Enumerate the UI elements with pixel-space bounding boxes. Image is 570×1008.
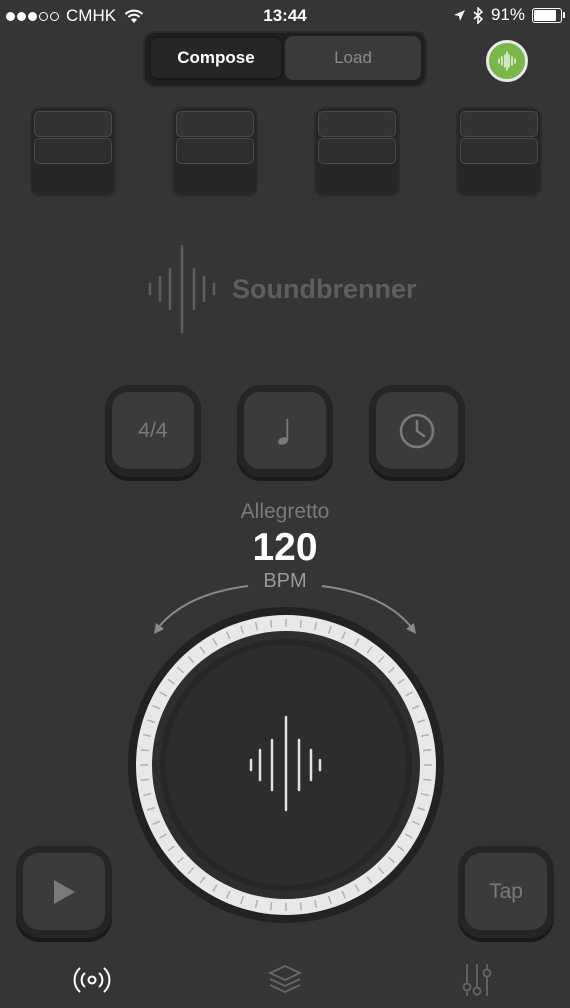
sound-block-4[interactable]: [458, 109, 540, 195]
sound-block-3[interactable]: [316, 109, 398, 195]
layers-icon: [267, 965, 303, 993]
dial-tick: [140, 748, 149, 752]
tap-label: Tap: [489, 879, 523, 903]
dial-tick: [423, 778, 432, 782]
device-button[interactable]: [486, 40, 528, 82]
timer-button[interactable]: [369, 385, 465, 481]
mode-switch: Compose Load: [143, 31, 427, 87]
block-row: [460, 111, 538, 137]
block-row: [34, 111, 112, 137]
dial-tick: [269, 619, 273, 628]
compose-tab[interactable]: Compose: [149, 36, 283, 80]
dial-tick: [299, 902, 303, 911]
tempo-name: Allegretto: [240, 500, 330, 523]
load-tab[interactable]: Load: [285, 36, 421, 80]
brand-name: Soundbrenner: [232, 273, 417, 304]
block-row: [318, 138, 396, 164]
sliders-icon: [462, 964, 492, 996]
block-row: [460, 138, 538, 164]
block-row: [34, 165, 112, 189]
dial-tick: [269, 902, 273, 911]
sound-block-2[interactable]: [174, 109, 256, 195]
status-right: 91%: [453, 5, 565, 25]
time-signature-label: 4/4: [138, 418, 168, 442]
battery-percent: 91%: [490, 5, 525, 24]
clock-icon: [399, 413, 435, 448]
block-row: [318, 111, 396, 137]
sound-block-1[interactable]: [32, 109, 114, 195]
waveform-icon: [498, 51, 516, 71]
block-row: [460, 165, 538, 189]
status-bar: CMHK 13:44 91%: [0, 0, 570, 32]
block-row: [176, 165, 254, 189]
tab-sliders[interactable]: [452, 960, 502, 1000]
dial-tick: [140, 778, 149, 782]
dial-tick: [299, 619, 303, 628]
bluetooth-icon: [473, 6, 484, 24]
bpm-value: 120: [252, 526, 318, 569]
subdivision-button[interactable]: [237, 385, 333, 481]
brand-logo: Soundbrenner: [148, 244, 417, 334]
block-row: [318, 165, 396, 189]
quarter-note-icon: [278, 418, 289, 445]
block-row: [34, 138, 112, 164]
block-row: [176, 138, 254, 164]
dial-tick: [423, 748, 432, 752]
time-signature-button[interactable]: 4/4: [105, 385, 201, 481]
location-arrow-icon: [453, 9, 465, 21]
tab-metronome[interactable]: [67, 960, 117, 1000]
tempo-dial[interactable]: [126, 605, 446, 925]
tab-bar: [0, 952, 570, 1008]
battery-icon: [532, 7, 565, 23]
play-button[interactable]: [16, 846, 112, 942]
soundbrenner-logo-icon: [148, 244, 216, 334]
block-row: [176, 111, 254, 137]
battery-fill: [534, 9, 556, 21]
metronome-broadcast-icon: [73, 967, 111, 993]
play-icon: [54, 879, 75, 904]
tab-layers[interactable]: [260, 960, 310, 1000]
tap-button[interactable]: Tap: [458, 846, 554, 942]
